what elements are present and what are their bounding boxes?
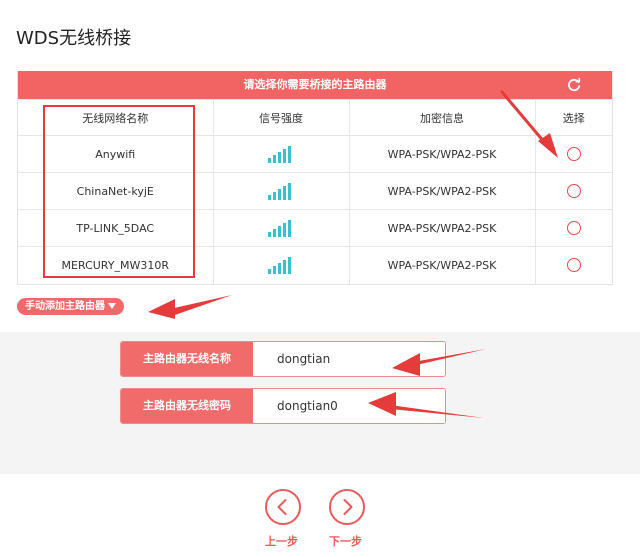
- signal-bar: [273, 155, 276, 163]
- signal-bar: [268, 232, 271, 237]
- ssid-field-label: 主路由器无线名称: [121, 342, 253, 376]
- column-header-encryption: 加密信息: [348, 99, 535, 136]
- signal-bar: [283, 186, 286, 200]
- router-rows: Anywifi WPA-PSK/WPA2-PSK ChinaNet-kyjE WPA-…: [18, 135, 612, 284]
- signal-bar: [288, 220, 291, 237]
- password-input[interactable]: [253, 389, 445, 423]
- prev-step-label[interactable]: 上一步: [265, 533, 298, 549]
- password-field: 主路由器无线密码: [120, 388, 446, 424]
- signal-bar: [268, 158, 271, 163]
- manual-add-router-button[interactable]: 手动添加主路由器: [17, 298, 124, 315]
- router-list: 无线网络名称 信号强度 加密信息 选择 Anywifi WPA-PSK/WPA2-…: [18, 99, 612, 284]
- ssid-input[interactable]: [253, 342, 445, 376]
- select-cell: [534, 209, 612, 247]
- select-radio[interactable]: [566, 147, 581, 161]
- signal-bar: [278, 152, 281, 163]
- signal-strength-icon: [268, 257, 291, 275]
- table-row[interactable]: MERCURY_MW310R WPA-PSK/WPA2-PSK: [18, 246, 612, 284]
- select-cell: [534, 135, 612, 173]
- select-cell: [534, 172, 612, 210]
- ssid-cell: ChinaNet-kyjE: [18, 172, 213, 210]
- signal-strength-icon: [268, 220, 291, 237]
- ssid-cell: TP-LINK_5DAC: [18, 209, 213, 247]
- encryption-cell: WPA-PSK/WPA2-PSK: [348, 246, 535, 284]
- signal-bar: [283, 223, 286, 237]
- table-head-row: 无线网络名称 信号强度 加密信息 选择: [18, 99, 612, 136]
- signal-bar: [283, 149, 286, 163]
- table-row[interactable]: TP-LINK_5DAC WPA-PSK/WPA2-PSK: [18, 209, 612, 247]
- table-header-title: 请选择你需要桥接的主路由器: [243, 78, 387, 91]
- router-scan-table: 请选择你需要桥接的主路由器 无线网络名称 信号强度 加密信息 选择 Anywif…: [17, 71, 613, 285]
- arrow-to-manual-add: [148, 295, 232, 319]
- signal-cell: [212, 135, 349, 173]
- refresh-icon[interactable]: [566, 77, 582, 93]
- column-header-ssid: 无线网络名称: [18, 99, 213, 136]
- encryption-cell: WPA-PSK/WPA2-PSK: [348, 172, 535, 210]
- signal-cell: [212, 209, 349, 247]
- signal-strength-icon: [268, 183, 291, 200]
- signal-bar: [273, 266, 276, 275]
- table-row[interactable]: Anywifi WPA-PSK/WPA2-PSK: [18, 135, 612, 173]
- encryption-cell: WPA-PSK/WPA2-PSK: [348, 135, 535, 173]
- signal-bar: [288, 183, 291, 200]
- prev-step-button[interactable]: [265, 489, 301, 525]
- signal-bar: [273, 229, 276, 237]
- signal-cell: [212, 172, 349, 210]
- signal-cell: [212, 246, 349, 284]
- table-row[interactable]: ChinaNet-kyjE WPA-PSK/WPA2-PSK: [18, 172, 612, 210]
- password-field-label: 主路由器无线密码: [121, 389, 253, 423]
- ssid-field: 主路由器无线名称: [120, 341, 446, 377]
- signal-bar: [278, 226, 281, 237]
- signal-bar: [278, 263, 281, 275]
- next-step-button[interactable]: [329, 489, 365, 525]
- page-title: WDS无线桥接: [16, 28, 132, 49]
- column-header-select: 选择: [534, 99, 612, 136]
- dropdown-triangle-icon: [108, 303, 116, 309]
- manual-add-label: 手动添加主路由器: [25, 301, 105, 312]
- table-header-bar: 请选择你需要桥接的主路由器: [18, 71, 612, 99]
- ssid-cell: Anywifi: [18, 135, 213, 173]
- signal-bar: [273, 192, 276, 200]
- signal-bar: [268, 269, 271, 275]
- signal-bar: [288, 257, 291, 275]
- select-radio[interactable]: [566, 184, 581, 198]
- column-header-signal: 信号强度: [212, 99, 349, 136]
- encryption-cell: WPA-PSK/WPA2-PSK: [348, 209, 535, 247]
- signal-bar: [278, 189, 281, 200]
- signal-bar: [288, 146, 291, 163]
- signal-strength-icon: [268, 146, 291, 163]
- chevron-left-icon: [277, 499, 287, 515]
- signal-bar: [283, 260, 286, 275]
- signal-bar: [268, 195, 271, 200]
- ssid-cell: MERCURY_MW310R: [18, 246, 213, 284]
- select-radio[interactable]: [566, 258, 581, 273]
- select-radio[interactable]: [566, 221, 581, 235]
- select-cell: [534, 246, 612, 284]
- chevron-right-icon: [343, 499, 353, 515]
- next-step-label[interactable]: 下一步: [329, 533, 362, 549]
